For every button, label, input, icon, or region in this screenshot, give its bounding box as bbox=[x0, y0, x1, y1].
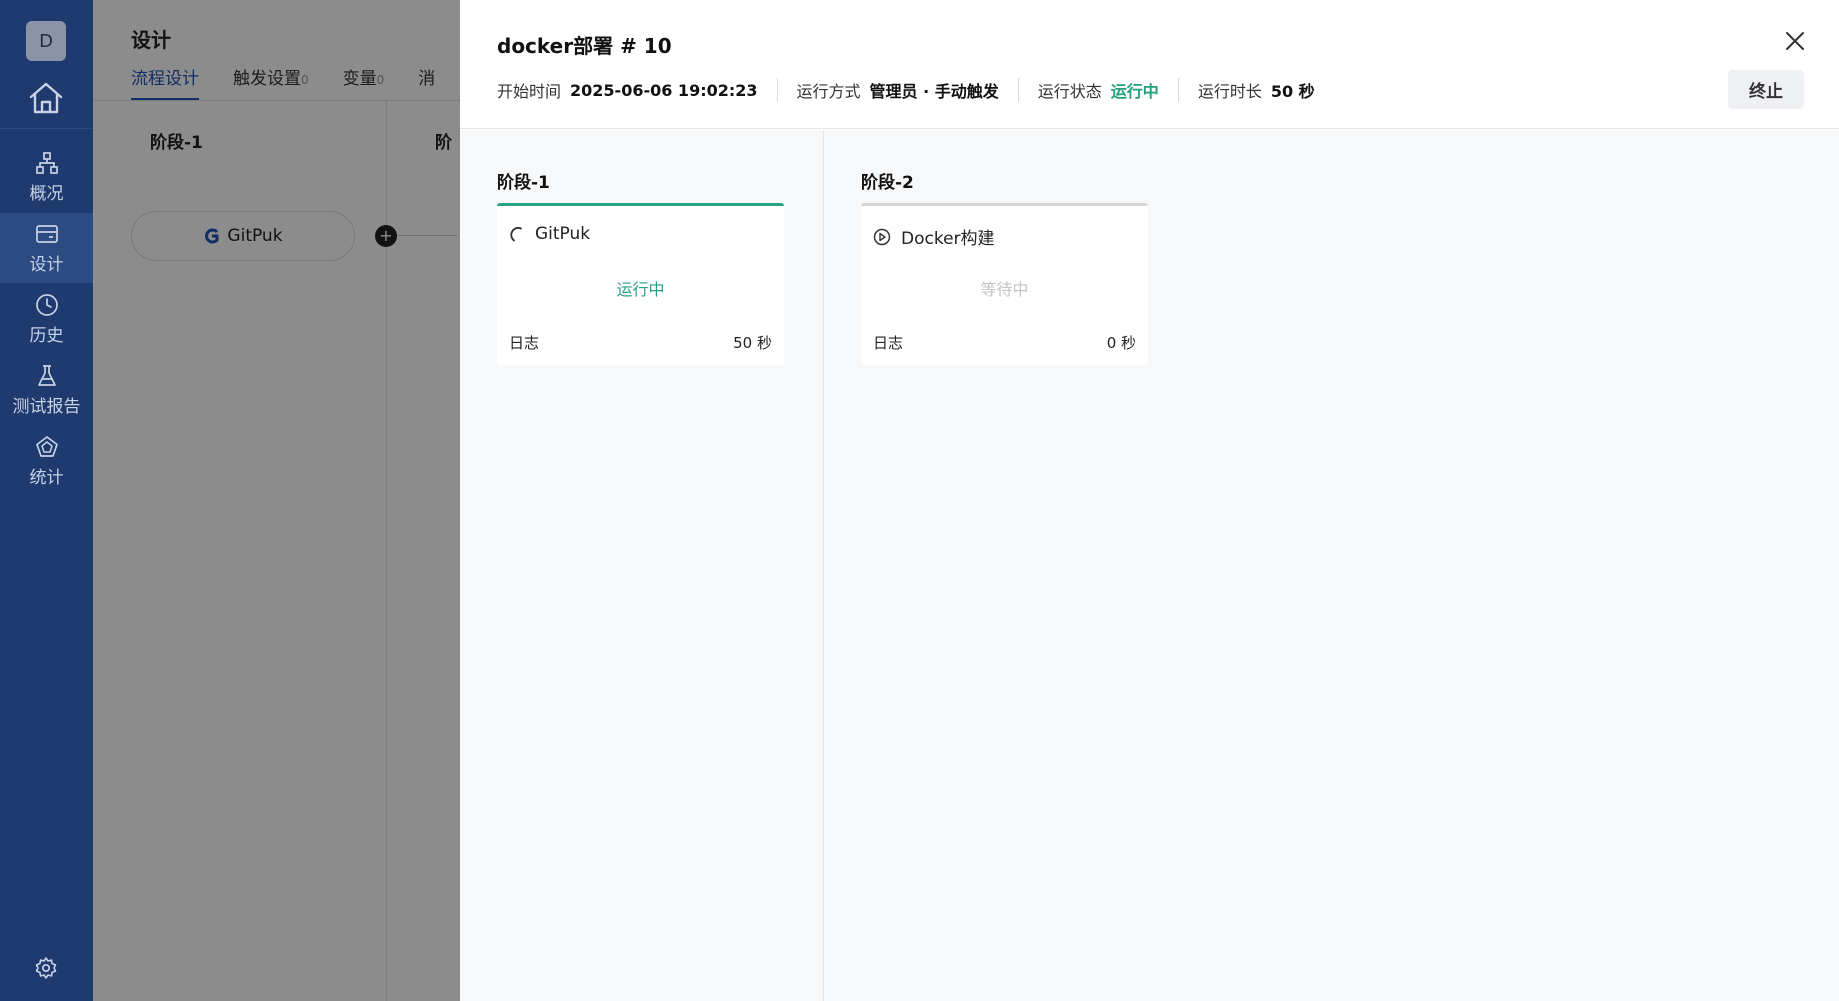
meta-separator bbox=[1177, 78, 1179, 102]
task-status: 等待中 bbox=[980, 280, 1029, 299]
run-duration-value: 50 秒 bbox=[1270, 82, 1315, 101]
run-status-value: 运行中 bbox=[1110, 82, 1159, 101]
sidebar-item-label: 历史 bbox=[29, 325, 64, 346]
clock-icon bbox=[35, 293, 58, 316]
drawer-header: docker部署 # 10 开始时间 2025-06-06 19:02:23 运… bbox=[460, 0, 1839, 129]
play-circle-icon bbox=[873, 228, 891, 245]
meta-separator bbox=[1017, 78, 1019, 102]
run-meta: 开始时间 2025-06-06 19:02:23 运行方式 管理员 · 手动触发… bbox=[497, 78, 1315, 102]
sidebar-item-label: 概况 bbox=[29, 183, 64, 204]
stage-title: 阶段-2 bbox=[861, 173, 914, 193]
run-status-label: 运行状态 bbox=[1037, 82, 1102, 101]
sidebar-item-overview[interactable]: 概况 bbox=[0, 142, 93, 212]
run-duration-label: 运行时长 bbox=[1197, 82, 1262, 101]
stage-title: 阶段-1 bbox=[497, 173, 550, 193]
start-time-label: 开始时间 bbox=[497, 82, 562, 101]
home-icon[interactable] bbox=[27, 80, 65, 116]
task-name: GitPuk bbox=[535, 224, 591, 244]
gear-icon[interactable] bbox=[34, 956, 58, 980]
run-detail-drawer: docker部署 # 10 开始时间 2025-06-06 19:02:23 运… bbox=[460, 0, 1839, 1001]
pentagon-chart-icon bbox=[35, 435, 58, 457]
meta-separator bbox=[776, 78, 778, 102]
log-link[interactable]: 日志 bbox=[509, 332, 539, 353]
log-link[interactable]: 日志 bbox=[873, 332, 903, 353]
run-mode-label: 运行方式 bbox=[796, 82, 861, 101]
sidebar-item-label: 统计 bbox=[29, 467, 64, 488]
start-time-value: 2025-06-06 19:02:23 bbox=[570, 80, 758, 100]
task-header: Docker构建 bbox=[873, 224, 995, 249]
task-footer: 日志 50 秒 bbox=[509, 332, 772, 353]
stop-button[interactable]: 终止 bbox=[1728, 70, 1804, 109]
loading-spinner-icon bbox=[510, 227, 522, 242]
drawer-title: docker部署 # 10 bbox=[497, 34, 672, 58]
task-duration: 0 秒 bbox=[1106, 334, 1136, 352]
sidebar-item-history[interactable]: 历史 bbox=[0, 284, 93, 354]
drawer-body: 阶段-1 GitPuk 运行中 日志 50 秒 阶段-2 Docker构建 等待… bbox=[460, 130, 1839, 1001]
sidebar-item-statistics[interactable]: 统计 bbox=[0, 426, 93, 496]
task-header: GitPuk bbox=[509, 224, 590, 244]
sidebar-item-label: 设计 bbox=[29, 254, 64, 275]
card-icon bbox=[35, 224, 58, 243]
sidebar: D 概况 设计 历史 测试报告 统计 bbox=[0, 0, 93, 1001]
task-card[interactable]: Docker构建 等待中 日志 0 秒 bbox=[861, 203, 1148, 365]
flask-icon bbox=[37, 364, 56, 386]
sidebar-divider bbox=[0, 128, 93, 129]
sidebar-item-label: 测试报告 bbox=[12, 396, 81, 417]
stage-divider bbox=[823, 130, 824, 1001]
org-chart-icon bbox=[35, 151, 58, 174]
run-mode-value: 管理员 · 手动触发 bbox=[869, 82, 999, 101]
task-duration: 50 秒 bbox=[733, 334, 772, 352]
task-footer: 日志 0 秒 bbox=[873, 332, 1136, 353]
close-icon[interactable] bbox=[1782, 28, 1808, 54]
task-name: Docker构建 bbox=[901, 229, 995, 249]
sidebar-item-design[interactable]: 设计 bbox=[0, 213, 93, 283]
sidebar-item-test-report[interactable]: 测试报告 bbox=[0, 355, 93, 425]
task-status: 运行中 bbox=[616, 280, 665, 299]
task-card[interactable]: GitPuk 运行中 日志 50 秒 bbox=[497, 203, 784, 365]
avatar[interactable]: D bbox=[26, 21, 66, 61]
